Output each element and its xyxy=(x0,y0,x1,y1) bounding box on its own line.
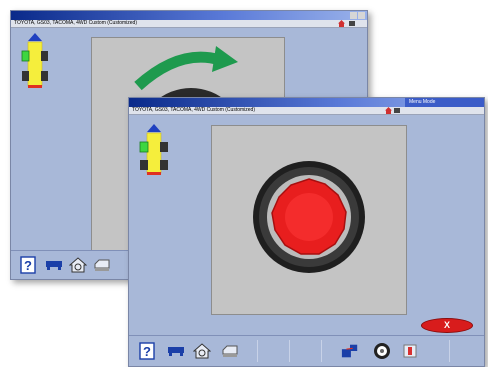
front-print-button[interactable] xyxy=(221,342,239,360)
wheel-icon xyxy=(374,343,390,359)
toolbar-divider xyxy=(449,340,450,362)
print-icon xyxy=(222,345,238,357)
front-home-button[interactable] xyxy=(193,342,211,360)
front-window-vehicle-bar: TOYOTA, GS03, TACOMA, 4WD Custom (Custom… xyxy=(129,107,484,115)
help-icon: ? xyxy=(20,256,36,274)
front-specs-button[interactable] xyxy=(167,342,185,360)
front-shutdown-button[interactable] xyxy=(401,342,419,360)
back-help-button[interactable]: ? xyxy=(19,256,37,274)
close-red-button[interactable]: X xyxy=(421,318,473,333)
front-window-vehicle-text: TOYOTA, GS03, TACOMA, 4WD Custom (Custom… xyxy=(132,107,255,113)
svg-text:?: ? xyxy=(24,258,32,273)
help-icon: ? xyxy=(139,342,155,360)
minimize-button[interactable] xyxy=(350,12,357,19)
back-window-controls[interactable] xyxy=(350,12,365,19)
mode-label-text: Menu Mode xyxy=(409,99,436,105)
back-grid-icon[interactable] xyxy=(349,21,355,26)
front-car-indicator xyxy=(137,122,171,178)
wheel-red-indicator xyxy=(253,161,365,273)
back-car-indicator xyxy=(19,31,51,89)
toolbar-divider xyxy=(289,340,290,362)
front-graphic-panel xyxy=(211,125,407,315)
vehicle-specs-icon xyxy=(168,347,184,356)
share-icon xyxy=(341,344,358,358)
front-grid-icon[interactable] xyxy=(394,108,400,113)
print-icon xyxy=(94,259,110,271)
mode-label-tab[interactable]: Menu Mode xyxy=(405,98,484,107)
back-window-vehicle-text: TOYOTA, GS03, TACOMA, 4WD Custom (Custom… xyxy=(14,20,137,26)
front-home-icon[interactable] xyxy=(385,107,392,114)
vehicle-specs-icon xyxy=(46,261,62,270)
shutdown-icon xyxy=(403,344,417,358)
front-wheel-button[interactable] xyxy=(373,342,391,360)
front-window: TOYOTA, GS03, TACOMA, 4WD Custom (Custom… xyxy=(128,97,485,367)
back-home-icon[interactable] xyxy=(338,20,345,27)
back-window-titlebar[interactable] xyxy=(11,11,367,20)
toolbar-divider xyxy=(257,340,258,362)
back-specs-button[interactable] xyxy=(45,256,63,274)
toolbar-divider xyxy=(321,340,322,362)
back-print-button[interactable] xyxy=(93,256,111,274)
front-share-button[interactable] xyxy=(341,342,359,360)
front-toolbar: ? xyxy=(129,335,484,366)
back-home-button[interactable] xyxy=(69,256,87,274)
svg-text:?: ? xyxy=(143,344,151,359)
home-icon xyxy=(193,343,211,359)
home-icon xyxy=(69,257,87,273)
close-button[interactable] xyxy=(358,12,365,19)
back-window-vehicle-bar: TOYOTA, GS03, TACOMA, 4WD Custom (Custom… xyxy=(11,20,367,28)
close-red-button-label: X xyxy=(443,320,450,330)
front-help-button[interactable]: ? xyxy=(138,342,156,360)
